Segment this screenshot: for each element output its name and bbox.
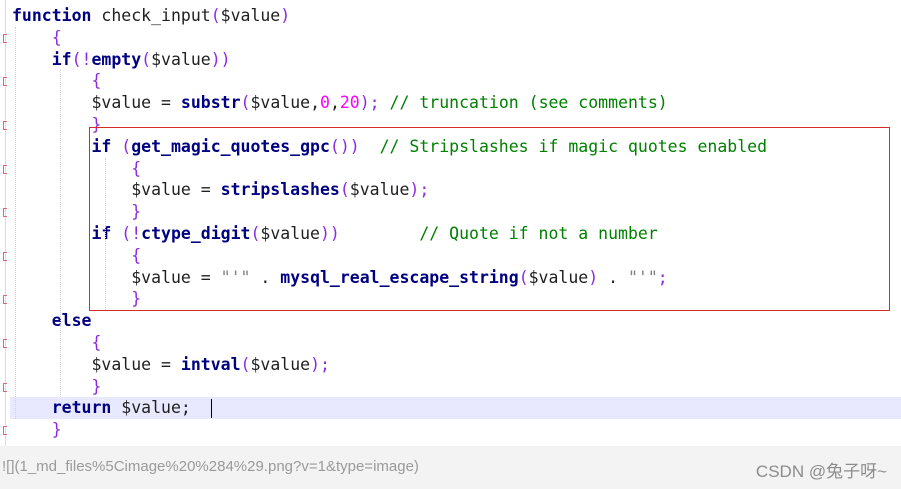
- broken-image-markdown: ![](1_md_files%5Cimage%20%284%29.png?v=1…: [2, 458, 419, 475]
- fold-marker-icon[interactable]: [3, 382, 7, 392]
- code-token: 0: [320, 93, 330, 113]
- code-line: else: [12, 310, 92, 332]
- code-token: {: [51, 27, 62, 47]
- fold-marker-icon[interactable]: [3, 295, 7, 305]
- code-token: $value: [250, 93, 311, 113]
- fold-marker-icon[interactable]: [3, 251, 7, 261]
- footer-bar: ![](1_md_files%5Cimage%20%284%29.png?v=1…: [0, 446, 901, 489]
- code-line: return $value;: [12, 397, 191, 419]
- code-token: );: [359, 93, 380, 113]
- gutter-divider: [5, 0, 6, 446]
- code-line: {: [12, 332, 101, 354]
- fold-marker-icon[interactable]: [3, 33, 7, 43]
- code-token: substr: [180, 93, 241, 113]
- code-token: }: [51, 420, 62, 440]
- fold-marker-icon[interactable]: [3, 208, 7, 218]
- code-token: ,: [329, 93, 340, 113]
- code-token: $value: [250, 354, 311, 374]
- indent-guide: [15, 26, 16, 420]
- code-token: $value;: [111, 398, 191, 418]
- code-token: else: [51, 311, 92, 331]
- code-token: =: [151, 354, 181, 374]
- code-token: }: [91, 376, 102, 396]
- fold-marker-icon[interactable]: [3, 77, 7, 87]
- code-token: // truncation (see comments): [379, 93, 668, 113]
- code-token: intval: [180, 354, 241, 374]
- code-token: );: [310, 354, 330, 374]
- code-token: $value: [91, 93, 152, 113]
- code-line: $value = substr($value,0,20); // truncat…: [12, 92, 668, 114]
- fold-marker-icon[interactable]: [3, 339, 7, 348]
- code-token: (: [210, 6, 221, 25]
- code-token: =: [151, 93, 181, 113]
- code-token: (: [240, 354, 251, 374]
- text-caret: [211, 399, 212, 418]
- code-line: {: [12, 70, 101, 92]
- code-token: {: [91, 71, 102, 91]
- code-line: }: [12, 419, 62, 441]
- fold-marker-icon[interactable]: [3, 426, 7, 436]
- code-line: {: [12, 27, 62, 49]
- code-token: $value: [151, 49, 211, 69]
- code-token: check_input: [91, 6, 211, 25]
- code-token: $value: [220, 6, 281, 25]
- code-token: 20: [339, 93, 360, 113]
- code-token: )): [210, 49, 231, 69]
- code-token: (!: [71, 49, 92, 69]
- code-token: if: [51, 49, 72, 69]
- code-editor[interactable]: function check_input($value) { if(!empty…: [0, 0, 901, 446]
- code-token: $value: [91, 354, 152, 374]
- code-token: ): [280, 6, 291, 25]
- watermark: CSDN @兔子呀~: [755, 462, 887, 481]
- code-line: function check_input($value): [12, 5, 290, 27]
- indent-guide: [60, 70, 61, 398]
- fold-marker-icon[interactable]: [3, 164, 7, 174]
- code-line: }: [12, 376, 101, 398]
- code-line: if(!empty($value)): [12, 49, 231, 71]
- fold-marker-icon[interactable]: [3, 121, 7, 130]
- code-token: (: [141, 49, 152, 69]
- code-token: empty: [91, 49, 142, 69]
- code-token: return: [51, 398, 112, 418]
- code-token: {: [91, 333, 102, 352]
- indent-guide: [105, 157, 106, 311]
- code-line: }: [12, 114, 101, 136]
- highlight-annotation-box: [89, 127, 890, 311]
- code-token: (: [240, 93, 251, 113]
- code-token: function: [12, 6, 92, 25]
- code-token: ,: [310, 93, 320, 113]
